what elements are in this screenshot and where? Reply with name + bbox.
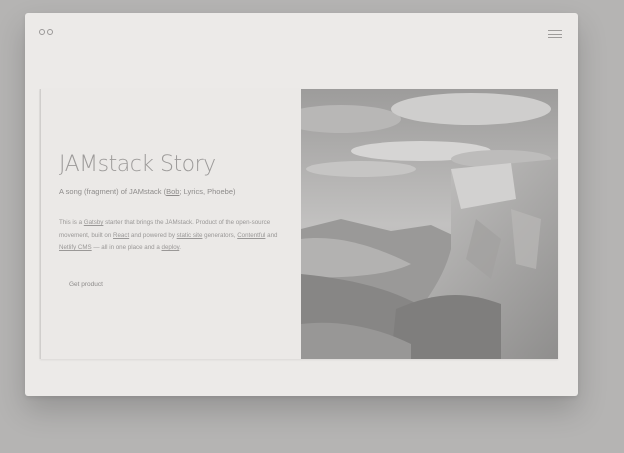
desc-link-deploy[interactable]: deploy	[162, 244, 180, 251]
subtitle-text: A song (fragment) of JAMstack (	[59, 187, 167, 196]
hamburger-menu-icon[interactable]	[548, 30, 562, 38]
desc-text: generators,	[202, 231, 238, 239]
hero-text-panel: JAMstack Story A song (fragment) of JAMs…	[40, 89, 302, 359]
desc-link-contentful[interactable]: Contentful	[237, 232, 265, 239]
subtitle: A song (fragment) of JAMstack (Bob; Lyri…	[59, 187, 289, 196]
menu-line-bottom	[548, 37, 562, 38]
desc-text: and powered by	[129, 231, 177, 239]
desc-text: — all in one place and a	[91, 244, 162, 251]
logo-ring-left	[39, 29, 45, 35]
menu-line-top	[548, 30, 562, 31]
page-title: JAMstack Story	[59, 152, 216, 177]
desc-text: and	[265, 231, 278, 239]
hero-card: JAMstack Story A song (fragment) of JAMs…	[40, 89, 558, 359]
desc-text: This is a	[59, 219, 84, 226]
hero-image	[301, 89, 558, 359]
subtitle-link[interactable]: Bob	[166, 187, 179, 196]
desc-link-gatsby[interactable]: Gatsby	[84, 219, 104, 226]
desc-link-react[interactable]: React	[113, 232, 129, 239]
desc-text: .	[179, 244, 182, 251]
desc-link-static-site[interactable]: static site	[177, 232, 203, 239]
menu-line-middle	[548, 33, 562, 35]
mountain-landscape-image	[301, 89, 558, 359]
subtitle-text-end: ; Lyrics, Phoebe)	[179, 187, 236, 196]
logo-ring-right	[47, 29, 53, 35]
get-product-button[interactable]: Get product	[59, 279, 113, 290]
description: This is a Gatsby starter that brings the…	[59, 217, 287, 255]
infinity-logo-icon[interactable]	[39, 29, 53, 35]
app-window: JAMstack Story A song (fragment) of JAMs…	[25, 13, 578, 396]
desc-link-netlify[interactable]: Netlify CMS	[59, 244, 92, 251]
